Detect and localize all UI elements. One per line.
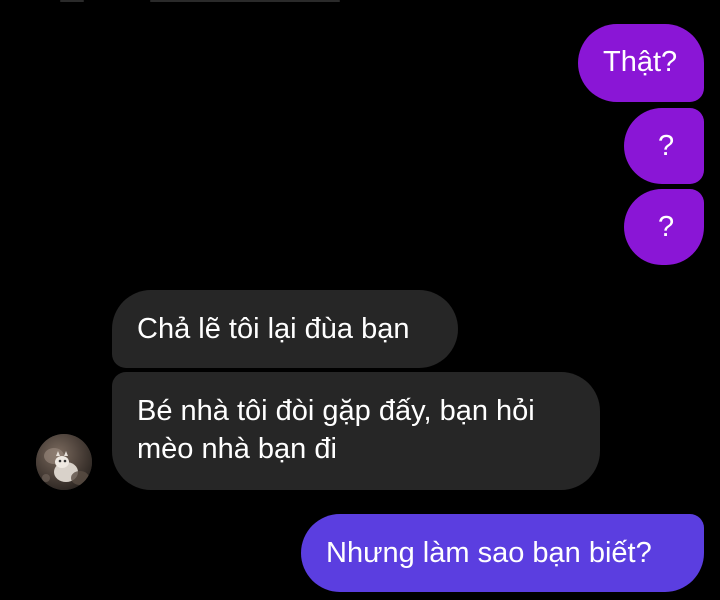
received-message-bubble[interactable]: Bé nhà tôi đòi gặp đấy, bạn hỏi mèo nhà …: [112, 372, 600, 490]
cat-photo-avatar-icon: [36, 434, 92, 490]
sent-message-bubble[interactable]: ?: [624, 189, 704, 265]
message-text: Nhưng làm sao bạn biết?: [326, 537, 652, 569]
message-text: Bé nhà tôi đòi gặp đấy, bạn hỏi mèo nhà …: [137, 395, 535, 465]
message-text: Chả lẽ tôi lại đùa bạn: [137, 313, 410, 345]
previous-messages-edge: [0, 0, 720, 4]
message-text: ?: [658, 211, 675, 243]
message-text: ?: [658, 130, 675, 162]
received-message-bubble[interactable]: Chả lẽ tôi lại đùa bạn: [112, 290, 458, 368]
sent-message-bubble[interactable]: Nhưng làm sao bạn biết?: [301, 514, 704, 592]
message-text: Thật?: [603, 46, 678, 78]
contact-avatar[interactable]: [36, 434, 92, 490]
sent-message-bubble[interactable]: Thật?: [578, 24, 704, 102]
sent-message-bubble[interactable]: ?: [624, 108, 704, 184]
